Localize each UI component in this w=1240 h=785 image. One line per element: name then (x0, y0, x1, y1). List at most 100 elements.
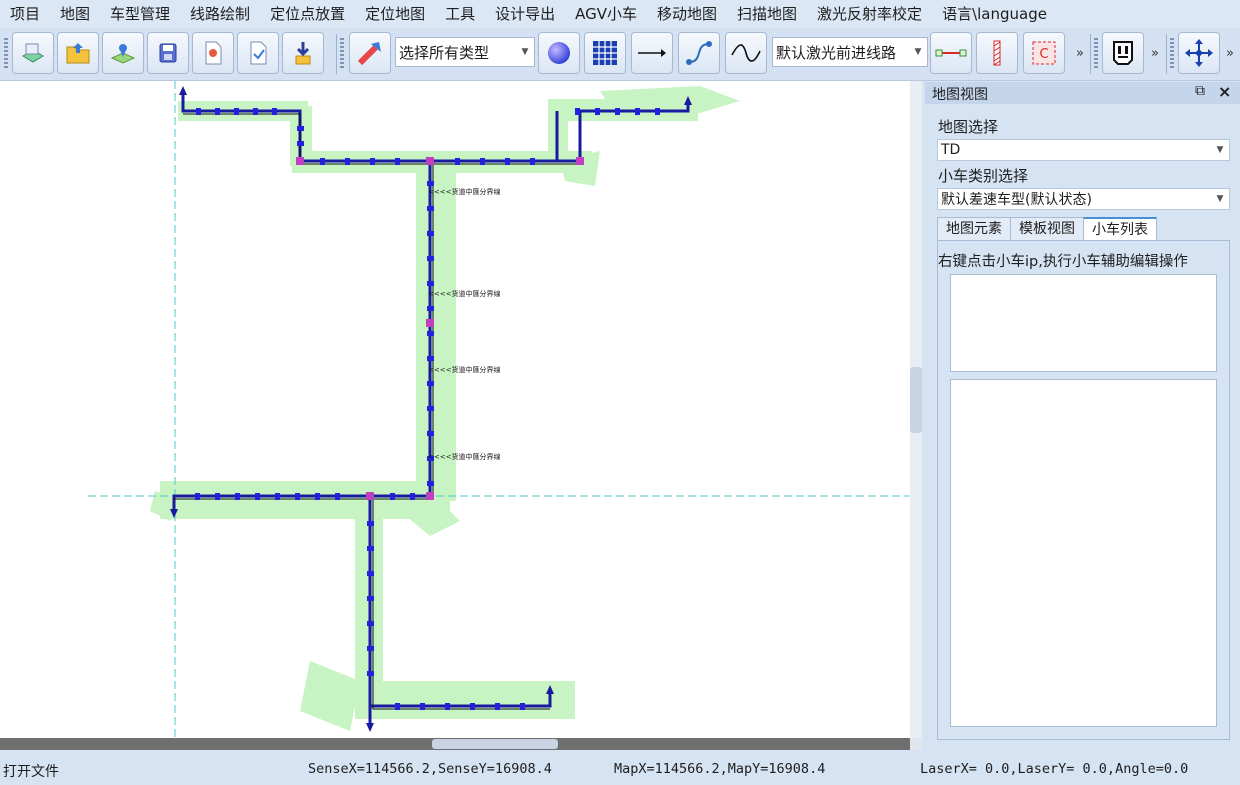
path-mode-select[interactable]: 默认激光前进线路 ▼ (772, 37, 928, 67)
vehicle-ip-list[interactable] (950, 274, 1217, 372)
bezier-curve-icon (686, 41, 712, 65)
new-project-button[interactable] (12, 32, 54, 74)
node-tool-button[interactable] (538, 32, 580, 74)
toolbar: 选择所有类型 ▼ 默认激光前进线路 ▼ C » » » (0, 28, 1240, 81)
vehicle-tool-button[interactable] (1102, 32, 1144, 74)
map-select-label: 地图选择 (938, 118, 999, 136)
lane-divider-label: <<<<货道中匯分界缐 (428, 365, 500, 374)
vehicle-type-label: 小车类别选择 (938, 167, 1029, 185)
lane-divider-label: <<<<货道中匯分界缐 (428, 289, 500, 298)
lane-divider-label: <<<<货道中匯分界缐 (428, 187, 500, 196)
map-select-value: TD (941, 142, 961, 158)
menu-vehicle-type[interactable]: 车型管理 (100, 0, 180, 28)
crosshair-guides (88, 81, 910, 738)
laser-coordinates: LaserX= 0.0,LaserY= 0.0,Angle=0.0 (920, 761, 1189, 777)
vehicle-type-dropdown[interactable]: 默认差速车型(默认状态) ▼ (937, 188, 1230, 210)
menu-tools[interactable]: 工具 (435, 0, 485, 28)
chevron-down-icon: ▼ (1216, 145, 1224, 155)
panel-header: 地图视图 ⧉ × (925, 82, 1240, 104)
save-disk-icon (159, 43, 177, 63)
straight-line-button[interactable] (631, 32, 673, 74)
menu-locate-map[interactable]: 定位地图 (355, 0, 435, 28)
move-arrows-icon (1185, 39, 1213, 67)
map-view-panel: 地图视图 ⧉ × 地图选择 TD ▼ 小车类别选择 默认差速车型(默认状态) ▼… (925, 82, 1240, 750)
menu-bar: 项目 地图 车型管理 线路绘制 定位点放置 定位地图 工具 设计导出 AGV小车… (0, 0, 1240, 28)
lane-divider-label: <<<<货道中匯分界缐 (428, 452, 500, 461)
scan-area (150, 86, 740, 731)
status-message: 打开文件 (3, 764, 59, 780)
toolbar-grip[interactable] (1094, 38, 1098, 70)
vehicle-type-value: 默认差速车型(默认状态) (941, 192, 1092, 208)
toolbar-grip[interactable] (4, 38, 8, 70)
vehicle-chip-icon (1113, 41, 1133, 65)
restore-window-icon[interactable]: ⧉ (1195, 83, 1205, 99)
map-select-dropdown[interactable]: TD ▼ (937, 139, 1230, 161)
region-c-button[interactable]: C (1023, 32, 1065, 74)
segment-icon (935, 49, 967, 57)
sphere-icon (548, 42, 570, 64)
download-button[interactable] (282, 32, 324, 74)
menu-locator-place[interactable]: 定位点放置 (260, 0, 355, 28)
open-file-button[interactable] (57, 32, 99, 74)
hatched-wall-icon (993, 40, 1001, 66)
wave-icon (731, 44, 761, 62)
open-folder-icon (66, 43, 90, 64)
map-pin-icon (110, 44, 136, 64)
download-icon (295, 42, 311, 65)
wall-tool-button[interactable] (976, 32, 1018, 74)
path-mode-value: 默认激光前进线路 (776, 43, 897, 62)
arrow-cursor-icon (357, 42, 381, 66)
toolbar-grip[interactable] (1170, 38, 1174, 70)
vehicle-list-hint: 右键点击小车ip,执行小车辅助编辑操作 (938, 254, 1188, 270)
select-tool-button[interactable] (349, 32, 391, 74)
menu-language[interactable]: 语言\language (932, 0, 1057, 28)
tab-vehicle-list[interactable]: 小车列表 (1083, 217, 1157, 240)
toolbar-overflow-chevron[interactable]: » (1226, 46, 1234, 61)
menu-project[interactable]: 项目 (0, 0, 50, 28)
type-filter-select[interactable]: 选择所有类型 ▼ (395, 37, 535, 67)
map-canvas[interactable]: <<<<货道中匯分界缐 <<<<货道中匯分界缐 <<<<货道中匯分界缐 <<<<… (0, 81, 910, 738)
vehicle-detail-list[interactable] (950, 379, 1217, 727)
scrollbar-corner (910, 738, 922, 750)
svg-text:C: C (1039, 47, 1048, 62)
grid-tool-button[interactable] (584, 32, 626, 74)
chevron-down-icon: ▼ (914, 47, 922, 57)
map-coordinates: MapX=114566.2,MapY=16908.4 (614, 761, 826, 777)
segment-tool-button[interactable] (930, 32, 972, 74)
menu-laser-calibrate[interactable]: 激光反射率校定 (807, 0, 932, 28)
menu-map[interactable]: 地图 (50, 0, 100, 28)
region-c-icon: C (1032, 41, 1056, 65)
straight-arrow-icon (638, 49, 666, 57)
chevron-down-icon: ▼ (521, 47, 529, 57)
curve-line-button[interactable] (725, 32, 767, 74)
status-bar: 打开文件 SenseX=114566.2,SenseY=16908.4 MapX… (0, 752, 1240, 785)
toolbar-grip[interactable] (340, 38, 344, 70)
tab-map-elements[interactable]: 地图元素 (937, 217, 1011, 240)
document-export-button[interactable] (237, 32, 279, 74)
document-button[interactable] (192, 32, 234, 74)
close-icon[interactable]: × (1218, 82, 1231, 101)
bezier-line-button[interactable] (678, 32, 720, 74)
map-drawing: <<<<货道中匯分界缐 <<<<货道中匯分界缐 <<<<货道中匯分界缐 <<<<… (88, 81, 910, 738)
document-export-icon (250, 41, 267, 65)
menu-scan-map[interactable]: 扫描地图 (727, 0, 807, 28)
panel-title: 地图视图 (932, 87, 988, 103)
canvas-horizontal-scroll-thumb[interactable] (432, 739, 558, 749)
toolbar-overflow-chevron[interactable]: » (1151, 46, 1159, 61)
save-button[interactable] (147, 32, 189, 74)
map-location-button[interactable] (102, 32, 144, 74)
toolbar-overflow-chevron[interactable]: » (1076, 46, 1084, 61)
panel-tabs: 地图元素 模板视图 小车列表 (937, 217, 1157, 241)
pan-map-button[interactable] (1178, 32, 1220, 74)
grid-icon (593, 41, 617, 65)
tab-template-view[interactable]: 模板视图 (1010, 217, 1084, 240)
menu-move-map[interactable]: 移动地图 (647, 0, 727, 28)
canvas-vertical-scroll-thumb[interactable] (910, 367, 922, 433)
document-icon (205, 41, 222, 65)
sense-coordinates: SenseX=114566.2,SenseY=16908.4 (308, 761, 552, 777)
menu-route-draw[interactable]: 线路绘制 (180, 0, 260, 28)
type-filter-value: 选择所有类型 (399, 43, 490, 62)
menu-agv[interactable]: AGV小车 (565, 0, 647, 28)
new-project-icon (22, 43, 44, 63)
menu-design-export[interactable]: 设计导出 (485, 0, 565, 28)
